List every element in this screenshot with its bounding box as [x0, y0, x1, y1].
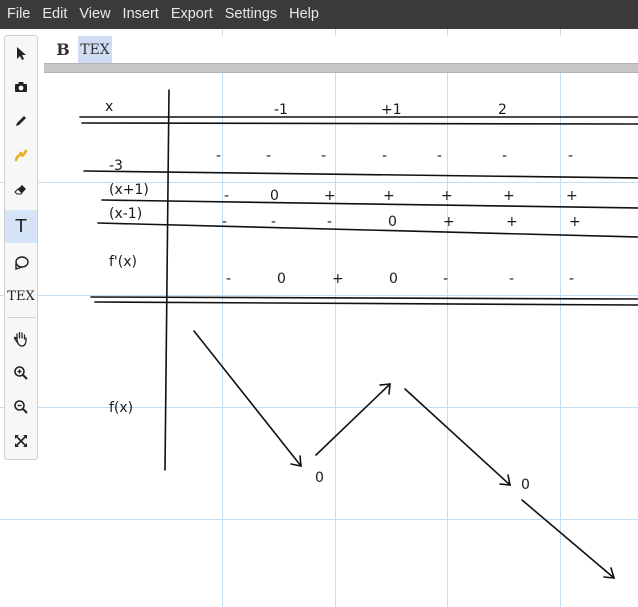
fprime-line-bottom — [94, 301, 638, 306]
row-line-1 — [83, 170, 638, 179]
zoom-out-tool-button[interactable] — [5, 390, 37, 423]
arrow-increase — [315, 383, 391, 456]
zoom-in-icon — [14, 365, 28, 380]
lasso-shape-icon — [15, 255, 29, 270]
sign-cell: - — [569, 271, 575, 287]
x-value-minus-1: -1 — [274, 102, 288, 118]
highlighter-tool-button[interactable] — [5, 138, 37, 171]
vertical-separator — [164, 89, 170, 471]
sign-cell: + — [332, 271, 344, 287]
canvas-drawing — [0, 29, 638, 607]
sign-cell: + — [443, 214, 455, 230]
shape-tool-button[interactable] — [5, 246, 37, 279]
eraser-tool-button[interactable] — [5, 172, 37, 205]
row-label-fprime: f'(x) — [109, 254, 137, 270]
zoom-in-tool-button[interactable] — [5, 356, 37, 389]
sign-cell: - — [266, 148, 272, 164]
pan-tool-button[interactable] — [5, 322, 37, 355]
fprime-line-top — [90, 296, 638, 300]
expand-icon — [15, 434, 27, 447]
sign-cell: - — [443, 271, 449, 287]
sign-cell: + — [324, 188, 336, 204]
sign-cell: - — [271, 214, 277, 230]
tex-toggle-button[interactable]: TEX — [78, 36, 112, 63]
pen-icon — [16, 115, 26, 126]
background-grid — [0, 29, 638, 607]
latex-tool-button[interactable]: TEX — [5, 280, 37, 313]
menu-insert[interactable]: Insert — [118, 0, 164, 29]
sign-cell: + — [569, 214, 581, 230]
row-label-fx: f(x) — [109, 400, 134, 416]
sign-cell: - — [216, 148, 222, 164]
sign-cell: - — [509, 271, 515, 287]
text-format-toolbar: B TEX — [44, 36, 638, 63]
header-line-bottom — [81, 122, 638, 125]
sign-cell: + — [441, 188, 453, 204]
menu-edit[interactable]: Edit — [37, 0, 72, 29]
sign-cell: + — [503, 188, 515, 204]
x-value-plus-1: +1 — [381, 102, 402, 118]
x-label: x — [105, 99, 114, 115]
toolbar-divider — [44, 63, 638, 73]
arrow-decrease-3 — [521, 499, 615, 579]
tool-palette: T TEX — [4, 35, 38, 460]
select-tool-button[interactable] — [5, 36, 37, 69]
screenshot-tool-button[interactable] — [5, 70, 37, 103]
row-label-minus-3: -3 — [109, 158, 123, 174]
tool-separator — [7, 317, 35, 318]
sign-cell: - — [382, 148, 388, 164]
minimum-value: 0 — [315, 470, 324, 486]
text-tool-button[interactable]: T — [5, 210, 37, 243]
highlighter-icon — [14, 149, 28, 161]
sign-cell: - — [224, 188, 230, 204]
sign-cell: - — [502, 148, 508, 164]
sign-cell: - — [568, 148, 574, 164]
row-line-2 — [101, 199, 638, 209]
row-label-x-minus-1: (x-1) — [109, 206, 143, 222]
sign-cell: - — [222, 214, 228, 230]
sign-cell: + — [383, 188, 395, 204]
menu-view[interactable]: View — [74, 0, 115, 29]
arrow-decrease-1 — [193, 330, 302, 467]
x-value-2: 2 — [498, 102, 507, 118]
menu-bar: File Edit View Insert Export Settings He… — [0, 0, 638, 29]
bold-button[interactable]: B — [48, 36, 78, 63]
camera-icon — [15, 81, 27, 92]
sign-cell: - — [321, 148, 327, 164]
menu-help[interactable]: Help — [284, 0, 324, 29]
fit-screen-tool-button[interactable] — [5, 424, 37, 457]
menu-export[interactable]: Export — [166, 0, 218, 29]
hand-icon — [13, 331, 27, 347]
menu-file[interactable]: File — [2, 0, 35, 29]
menu-settings[interactable]: Settings — [220, 0, 282, 29]
sign-cell: + — [506, 214, 518, 230]
sign-cell: - — [226, 271, 232, 287]
sign-cell: 0 — [388, 214, 397, 230]
pen-tool-button[interactable] — [5, 104, 37, 137]
variation-arrows — [193, 330, 616, 579]
second-zero-value: 0 — [521, 477, 530, 493]
sign-cell: + — [566, 188, 578, 204]
sign-cell: 0 — [389, 271, 398, 287]
sign-cell: 0 — [277, 271, 286, 287]
arrow-decrease-2 — [404, 388, 511, 486]
cursor-arrow-icon — [17, 46, 26, 60]
row-label-x-plus-1: (x+1) — [109, 182, 149, 198]
sign-cell: - — [327, 214, 333, 230]
eraser-icon — [14, 184, 26, 194]
sign-cell: 0 — [270, 188, 279, 204]
row-line-3 — [97, 222, 638, 238]
drawing-canvas[interactable] — [0, 29, 638, 607]
sign-cell: - — [437, 148, 443, 164]
zoom-out-icon — [14, 399, 28, 414]
